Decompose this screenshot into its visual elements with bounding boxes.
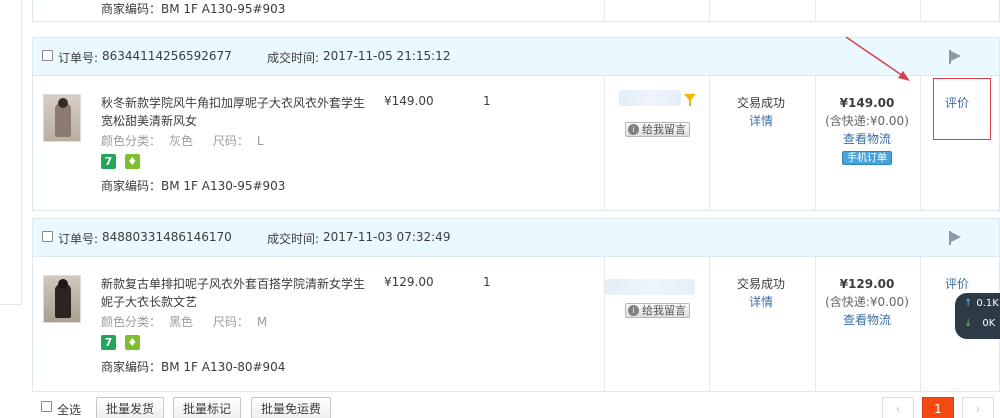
merchant-code-line: 商家编码：BM 1F A130-95#903: [101, 2, 286, 16]
seven-day-return-icon[interactable]: 7: [101, 154, 116, 169]
unit-price: ¥129.00: [384, 275, 434, 289]
order-header: 订单号: 84880331486146170 成交时间: 2017-11-03 …: [33, 219, 999, 257]
mobile-order-badge: 手机订单: [842, 151, 892, 165]
status-text: 交易成功: [736, 96, 785, 110]
trade-status: 交易成功 详情: [721, 275, 801, 311]
batch-free-shipping-button[interactable]: 批量免运费: [251, 397, 332, 418]
deal-time: 2017-11-03 07:32:49: [323, 230, 451, 244]
view-logistics-link[interactable]: 查看物流: [815, 311, 919, 329]
detail-link[interactable]: 详情: [721, 293, 801, 311]
order-body: 秋冬新款学院风牛角扣加厚呢子大衣风衣外套学生宽松甜美清新风女 颜色分类： 灰色 尺…: [33, 76, 999, 211]
order-card: 订单号: 84880331486146170 成交时间: 2017-11-03 …: [32, 218, 1000, 392]
quantity: 1: [483, 275, 491, 289]
unit-price: ¥149.00: [384, 94, 434, 108]
deal-time-label: 成交时间:: [267, 51, 320, 65]
product-sku: 颜色分类： 灰色 尺码： L: [101, 134, 264, 148]
flag-icon[interactable]: [949, 50, 965, 64]
select-all-label[interactable]: 全选: [57, 401, 81, 418]
order-checkbox[interactable]: [42, 231, 53, 242]
upload-speed: ↑ 0.1K: [964, 298, 999, 309]
select-all-checkbox[interactable]: [41, 401, 52, 412]
arrow-up-icon: ↑: [964, 298, 973, 309]
buyer-name-blurred: [605, 279, 695, 295]
seven-day-return-icon[interactable]: 7: [101, 335, 116, 350]
order-number: 84880331486146170: [102, 230, 232, 244]
total-price: ¥149.00: [839, 96, 895, 110]
deal-time: 2017-11-05 21:15:12: [323, 49, 451, 63]
batch-mark-button[interactable]: 批量标记: [173, 397, 242, 418]
filter-icon[interactable]: [684, 94, 696, 106]
pager-prev-button[interactable]: ‹: [882, 397, 914, 418]
review-link[interactable]: 评价: [945, 275, 1000, 292]
merchant-code-line: 商家编码：BM 1F A130-95#903: [101, 179, 286, 193]
network-speed-widget[interactable]: ↑ 0.1K ↓ 0K: [955, 293, 1000, 339]
download-speed: ↓ 0K: [964, 318, 996, 329]
shipping-fee: (含快递:¥0.00): [825, 295, 909, 309]
message-icon: i: [628, 305, 639, 316]
product-title[interactable]: 秋冬新款学院风牛角扣加厚呢子大衣风衣外套学生宽松甜美清新风女: [101, 94, 373, 130]
product-thumbnail[interactable]: [43, 275, 81, 323]
buyer-name-blurred: [619, 90, 681, 106]
shield-icon[interactable]: ♦: [124, 154, 140, 169]
service-badges: 7 ♦: [101, 335, 145, 351]
batch-toolbar: 全选 批量发货 批量标记 批量免运费 ‹ 1 ›: [32, 394, 1000, 418]
arrow-down-icon: ↓: [964, 318, 973, 329]
deal-time-label: 成交时间:: [267, 232, 320, 246]
order-checkbox[interactable]: [42, 50, 53, 61]
product-sku: 颜色分类： 黑色 尺码： M: [101, 315, 268, 329]
order-number-label: 订单号:: [58, 232, 99, 246]
flag-icon[interactable]: [949, 231, 965, 245]
previous-order-tail: 商家编码：BM 1F A130-95#903: [32, 0, 1000, 22]
order-number-label: 订单号:: [58, 51, 99, 65]
pager-next-button[interactable]: ›: [962, 397, 994, 418]
total-price: ¥129.00: [839, 277, 895, 291]
status-text: 交易成功: [736, 277, 785, 291]
message-icon: i: [628, 124, 639, 135]
annotation-arrow-icon: [845, 36, 910, 81]
order-amount: ¥129.00 (含快递:¥0.00) 查看物流: [815, 275, 919, 329]
shield-icon[interactable]: ♦: [124, 335, 140, 350]
merchant-code-line: 商家编码：BM 1F A130-80#904: [101, 360, 286, 374]
product-thumbnail[interactable]: [43, 94, 81, 142]
quantity: 1: [483, 94, 491, 108]
service-badges: 7 ♦: [101, 154, 145, 170]
view-logistics-link[interactable]: 查看物流: [815, 130, 919, 148]
leave-message-button[interactable]: i 给我留言: [625, 303, 690, 318]
order-amount: ¥149.00 (含快递:¥0.00) 查看物流 手机订单: [815, 94, 919, 166]
pager-current-page[interactable]: 1: [922, 397, 954, 418]
left-panel: [0, 0, 22, 305]
order-body: 新款复古单排扣呢子风衣外套百搭学院清新女学生妮子大衣长款文艺 颜色分类： 黑色 尺…: [33, 257, 999, 392]
detail-link[interactable]: 详情: [721, 112, 801, 130]
review-link[interactable]: 评价: [945, 94, 1000, 111]
leave-message-button[interactable]: i 给我留言: [625, 122, 690, 137]
order-number: 86344114256592677: [102, 49, 232, 63]
product-title[interactable]: 新款复古单排扣呢子风衣外套百搭学院清新女学生妮子大衣长款文艺: [101, 275, 373, 311]
trade-status: 交易成功 详情: [721, 94, 801, 130]
batch-ship-button[interactable]: 批量发货: [96, 397, 165, 418]
shipping-fee: (含快递:¥0.00): [825, 114, 909, 128]
